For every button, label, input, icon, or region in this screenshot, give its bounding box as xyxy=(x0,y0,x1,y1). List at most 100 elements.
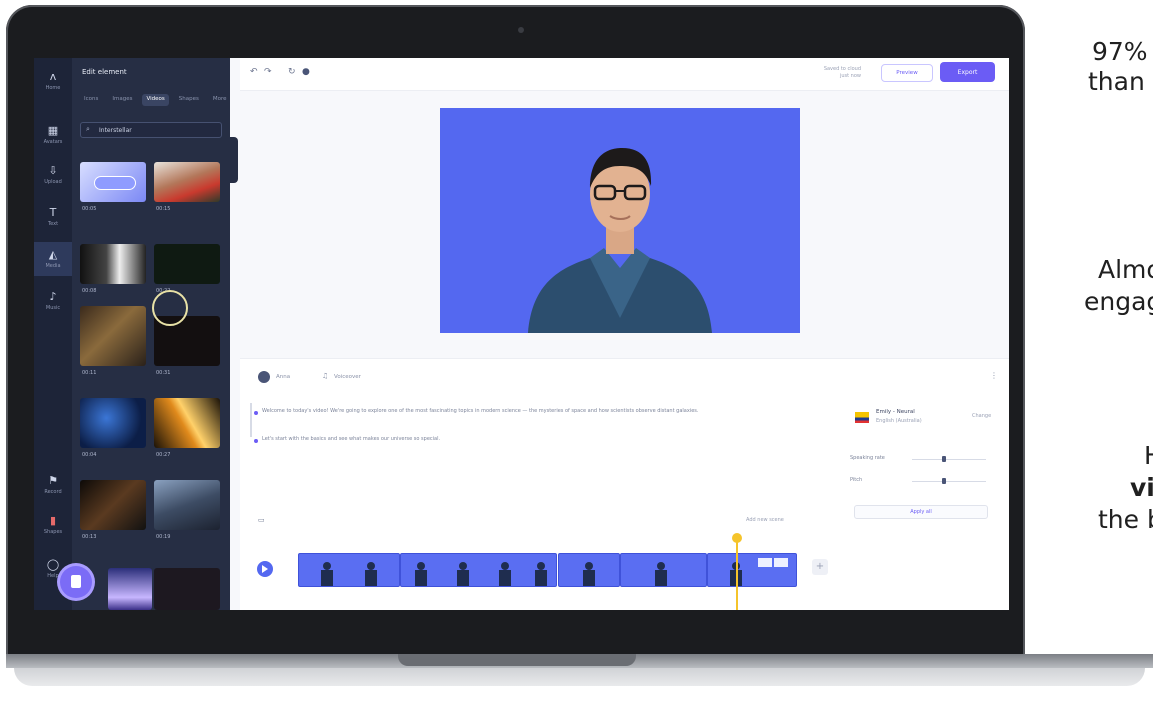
script-line[interactable]: Let's start with the basics and see what… xyxy=(262,436,822,443)
rail-media[interactable]: ◭ Media xyxy=(34,242,72,276)
undo-icon[interactable]: ↶ xyxy=(250,67,258,77)
media-thumb[interactable] xyxy=(154,162,220,202)
save-status: Saved to cloud just now xyxy=(821,66,861,80)
rail-home[interactable]: ᴧ Home xyxy=(34,64,72,98)
copy-line: video xyxy=(1130,473,1153,502)
media-tabs: Icons Images Videos Shapes More xyxy=(80,94,230,106)
thumb-graphic xyxy=(94,176,136,190)
clip-preview xyxy=(321,562,377,586)
laptop-base-bottom xyxy=(14,668,1145,686)
search-icon: ⌕ xyxy=(86,125,90,133)
logo-icon: ᴧ xyxy=(49,70,57,83)
more-icon[interactable]: ⋮ xyxy=(990,371,998,380)
media-thumb[interactable] xyxy=(154,398,220,448)
clip-preview xyxy=(655,562,667,586)
slider-handle[interactable] xyxy=(942,456,946,462)
media-thumb[interactable] xyxy=(80,244,146,284)
slider-track[interactable] xyxy=(912,459,986,460)
redo-icon[interactable]: ↷ xyxy=(264,67,272,77)
preview-button[interactable]: Preview xyxy=(881,64,933,82)
thumb-duration: 00:31 xyxy=(156,370,171,376)
help-circle-icon[interactable]: ● xyxy=(302,67,310,77)
slider-track[interactable] xyxy=(912,481,986,482)
rail-label: Media xyxy=(45,263,61,269)
rail-music[interactable]: ♪ Music xyxy=(34,284,72,318)
export-button[interactable]: Export xyxy=(940,62,995,82)
media-thumb[interactable] xyxy=(80,398,146,448)
copy-line: than xyxy=(1088,67,1145,96)
tab-shapes[interactable]: Shapes xyxy=(175,94,203,106)
media-panel: Edit element Icons Images Videos Shapes … xyxy=(72,58,230,610)
thumb-duration: 00:04 xyxy=(82,452,97,458)
media-thumb[interactable] xyxy=(80,480,146,530)
change-voice-link[interactable]: Change xyxy=(972,413,991,419)
copy-line: Almost xyxy=(1098,255,1153,284)
media-thumb[interactable] xyxy=(154,568,220,610)
voiceover-label[interactable]: Voiceover xyxy=(334,374,361,380)
flag-icon: ⚑ xyxy=(48,474,58,487)
microphone-icon[interactable]: ♫ xyxy=(322,372,328,380)
copy-line: engage xyxy=(1084,287,1153,316)
avatar[interactable] xyxy=(258,371,270,383)
panel-collapse-handle[interactable] xyxy=(230,137,238,183)
record-button[interactable] xyxy=(60,566,92,598)
timeline-clip[interactable] xyxy=(298,553,400,587)
shape-icon: ▮ xyxy=(49,514,57,527)
timeline-clip[interactable] xyxy=(400,553,557,587)
editor-screen: ᴧ Home ▦ Avatars ⇩ Upload T Text ◭ Media… xyxy=(34,58,1009,610)
media-icon: ◭ xyxy=(48,248,58,261)
speaking-rate-control: Speaking rate xyxy=(850,455,992,465)
slider-handle[interactable] xyxy=(942,478,946,484)
save-status-line: Saved to cloud xyxy=(823,66,861,72)
rail-avatars[interactable]: ▦ Avatars xyxy=(34,118,72,152)
playhead[interactable] xyxy=(736,535,738,610)
add-clip-button[interactable]: + xyxy=(812,559,828,575)
timeline-clip[interactable] xyxy=(620,553,707,587)
rail-label: Home xyxy=(45,85,61,91)
subtitles-icon[interactable]: ▭ xyxy=(258,516,265,524)
script-line[interactable]: Welcome to today's video! We're going to… xyxy=(262,408,822,415)
thumb-duration: 00:08 xyxy=(82,288,97,294)
tab-icons[interactable]: Icons xyxy=(80,94,102,106)
upload-icon: ⇩ xyxy=(48,164,58,177)
tab-videos[interactable]: Videos xyxy=(142,94,169,106)
thumb-duration: 00:15 xyxy=(156,206,171,212)
timeline-clip[interactable] xyxy=(707,553,797,587)
clip-preview xyxy=(583,562,595,586)
tab-images[interactable]: Images xyxy=(108,94,136,106)
timeline-clip[interactable] xyxy=(558,553,620,587)
playhead-handle[interactable] xyxy=(732,533,742,543)
play-button[interactable] xyxy=(257,561,273,577)
add-scene-link[interactable]: Add new scene xyxy=(746,517,784,523)
clip-preview xyxy=(730,558,788,586)
top-bar: ↶ ↷ ↻ ● Saved to cloud just now Preview … xyxy=(240,58,1009,91)
laptop-notch xyxy=(398,654,636,666)
avatar-name[interactable]: Anna xyxy=(276,374,290,380)
thumb-duration: 00:19 xyxy=(156,534,171,540)
cursor-highlight xyxy=(152,290,188,326)
media-thumb[interactable] xyxy=(154,244,220,284)
refresh-icon[interactable]: ↻ xyxy=(288,67,296,77)
script-editor: Anna ♫ Voiceover ⋮ Welcome to today's vi… xyxy=(240,358,1009,544)
presenter-avatar xyxy=(528,148,712,333)
media-thumb[interactable] xyxy=(154,480,220,530)
media-thumb[interactable] xyxy=(80,162,146,202)
voice-card[interactable]: Emily - Neural English (Australia) Chang… xyxy=(850,403,992,433)
script-selection-bar xyxy=(250,403,252,437)
rail-label: Upload xyxy=(44,179,62,185)
media-thumb[interactable] xyxy=(80,306,146,366)
rail-text[interactable]: T Text xyxy=(34,200,72,234)
tab-more[interactable]: More xyxy=(209,94,231,106)
rail-label: Shapes xyxy=(43,529,63,535)
apply-all-button[interactable]: Apply all xyxy=(854,505,988,519)
voice-settings: Emily - Neural English (Australia) Chang… xyxy=(850,403,1000,519)
pitch-control: Pitch xyxy=(850,477,992,487)
rail-label: Record xyxy=(44,489,62,495)
thumb-duration: 00:11 xyxy=(82,370,97,376)
search-input[interactable] xyxy=(97,124,211,136)
rail-record[interactable]: ⚑ Record xyxy=(34,468,72,502)
media-thumb[interactable] xyxy=(108,568,152,610)
video-canvas[interactable] xyxy=(440,108,800,333)
rail-shapes[interactable]: ▮ Shapes xyxy=(34,508,72,542)
rail-upload[interactable]: ⇩ Upload xyxy=(34,158,72,192)
